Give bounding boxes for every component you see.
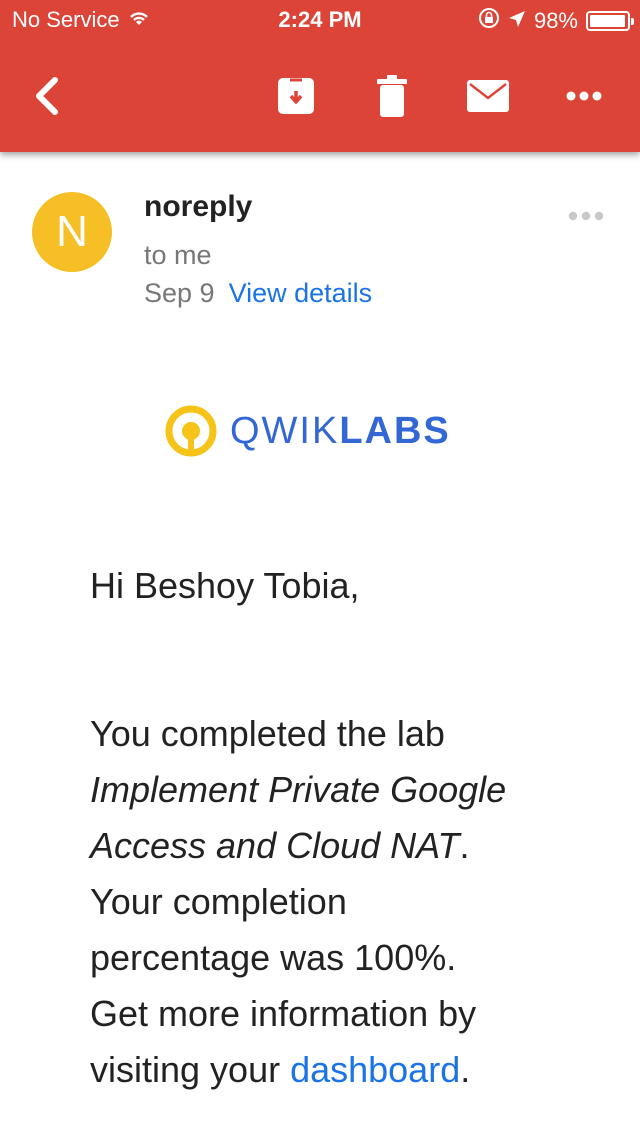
back-button[interactable] bbox=[26, 72, 66, 120]
battery-fill bbox=[590, 15, 626, 27]
delete-button[interactable] bbox=[372, 72, 412, 120]
view-details-link[interactable]: View details bbox=[229, 278, 373, 309]
mark-unread-button[interactable] bbox=[464, 76, 512, 116]
message-more-button[interactable] bbox=[562, 202, 610, 230]
dashboard-link[interactable]: dashboard bbox=[290, 1049, 460, 1090]
sender-name: noreply bbox=[144, 190, 253, 223]
sender-avatar: N bbox=[32, 192, 112, 272]
orientation-lock-icon bbox=[478, 7, 500, 35]
chevron-left-icon bbox=[36, 77, 58, 115]
logo-text: QWIKLABS bbox=[230, 409, 451, 452]
lab-name: Implement Private Google Access and Clou… bbox=[90, 769, 507, 866]
status-bar: No Service 2:24 PM 98% bbox=[0, 0, 640, 40]
completion-paragraph: You completed the lab Implement Private … bbox=[90, 713, 507, 1090]
battery-icon bbox=[586, 11, 634, 31]
date-row: Sep 9 View details bbox=[144, 278, 372, 309]
trash-icon bbox=[377, 75, 407, 117]
battery-percent: 98% bbox=[533, 8, 578, 33]
recipient-label: to me bbox=[144, 240, 212, 270]
more-horizontal-icon bbox=[566, 91, 602, 101]
qwiklabs-logo-icon bbox=[165, 405, 217, 457]
more-options-button[interactable] bbox=[560, 80, 608, 112]
qwiklabs-logo: QWIKLABS bbox=[164, 404, 451, 458]
more-horizontal-icon bbox=[568, 211, 604, 221]
archive-icon bbox=[278, 78, 314, 114]
archive-button[interactable] bbox=[274, 74, 318, 118]
app-toolbar: No Service 2:24 PM 98% bbox=[0, 0, 640, 152]
location-arrow-icon bbox=[508, 8, 526, 34]
message-date: Sep 9 bbox=[144, 278, 215, 308]
envelope-icon bbox=[467, 80, 509, 112]
greeting-text: Hi Beshoy Tobia, bbox=[90, 565, 360, 606]
